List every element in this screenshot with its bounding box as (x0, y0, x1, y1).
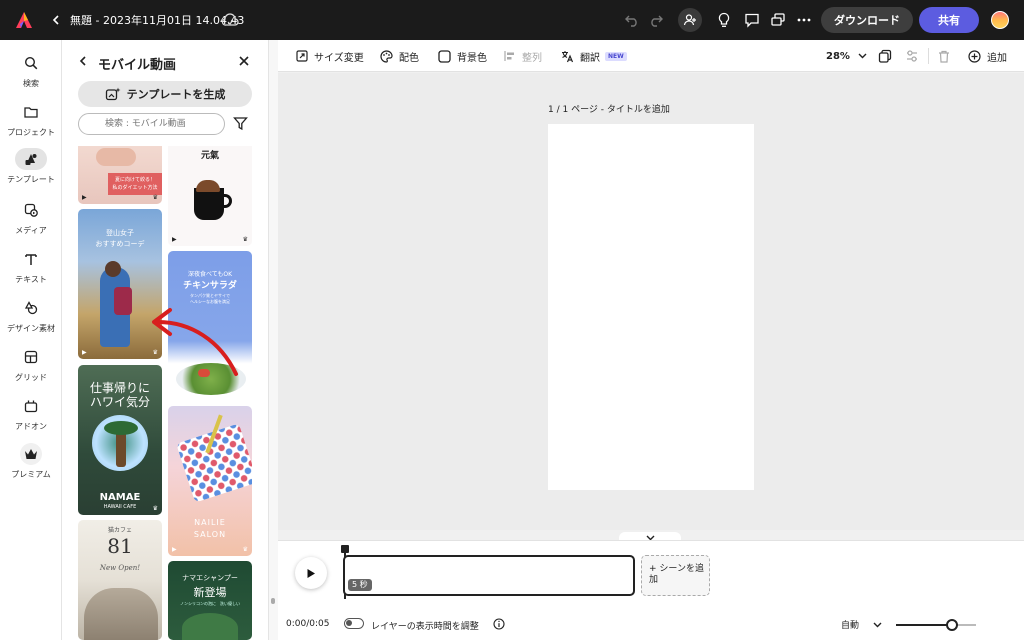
info-icon[interactable] (493, 618, 505, 630)
media-icon (15, 199, 47, 221)
premium-crown-icon: ♛ (242, 236, 248, 243)
filter-icon[interactable] (233, 116, 248, 131)
time-readout: 0:00/0:05 (286, 619, 330, 629)
undo-icon[interactable] (620, 8, 644, 32)
add-circle-icon (968, 49, 981, 63)
chevron-down-icon (858, 53, 867, 59)
add-scene-button[interactable]: + シーンを追 加 (641, 555, 710, 596)
addon-icon (15, 395, 47, 417)
template-thumb-shampoo[interactable]: ナマエシャンプー 新登場 ノンシリコンの泡に 洗い優しい (168, 561, 252, 640)
delete-button[interactable] (938, 40, 950, 72)
timeline: 5 秒 + シーンを追 加 0:00/0:05 レイヤーの表示時間を調整 自動 (278, 540, 1024, 640)
template-thumb-nail-salon[interactable]: NAILIE SALON ▶︎ ♛ (168, 406, 252, 556)
color-theme-button[interactable]: 配色 (380, 40, 419, 72)
rail-item-templates[interactable]: テンプレート (0, 148, 62, 194)
panel-title: モバイル動画 (98, 58, 177, 73)
layer-duration-toggle[interactable] (344, 618, 364, 629)
template-search-input[interactable] (78, 113, 225, 135)
new-badge: NEW (605, 51, 627, 61)
design-page[interactable] (548, 124, 754, 490)
back-arrow-icon[interactable] (44, 8, 68, 32)
more-icon[interactable] (792, 8, 816, 32)
panel-back-icon[interactable] (76, 54, 90, 68)
template-thumb-diet[interactable]: 夏に向けて絞る！ 私のダイエット方法 ▶︎ ♛ (78, 146, 162, 204)
close-icon[interactable] (238, 55, 252, 69)
rail-item-projects[interactable]: プロジェクト (0, 101, 62, 147)
scene-duration-badge: 5 秒 (348, 579, 372, 591)
align-icon (504, 50, 516, 62)
timeline-zoom-fill (896, 624, 952, 626)
resize-icon (296, 50, 308, 62)
zoom-select[interactable]: 28% (826, 40, 867, 72)
video-badge-icon: ▶︎ (82, 349, 87, 356)
cloud-sync-icon[interactable] (218, 8, 242, 32)
chevron-down-icon (873, 622, 882, 628)
rail-item-text[interactable]: テキスト (0, 248, 62, 294)
video-badge-icon: ▶︎ (172, 546, 177, 553)
template-thumb-cat-cafe[interactable]: 猫カフェ 81 New Open! (78, 520, 162, 640)
play-button[interactable] (295, 557, 327, 589)
sliders-icon (905, 49, 919, 63)
share-button[interactable]: 共有 (919, 7, 979, 33)
timeline-zoom-knob[interactable] (946, 619, 958, 631)
page-title-label[interactable]: 1 / 1 ページ - タイトルを追加 (548, 102, 670, 115)
play-icon (306, 568, 316, 579)
align-button[interactable]: 整列 (504, 40, 542, 72)
translate-button[interactable]: 翻訳 NEW (561, 40, 627, 72)
top-bar: 無題 - 2023年11月01日 14.04.43 ダウンロード 共有 (0, 0, 1024, 40)
premium-crown-icon: ♛ (242, 546, 248, 553)
redo-icon[interactable] (644, 8, 668, 32)
premium-icon (20, 443, 42, 465)
background-color-button[interactable]: 背景色 (438, 40, 487, 72)
lightbulb-icon[interactable] (712, 8, 736, 32)
trash-icon (938, 50, 950, 63)
pages-icon (878, 49, 892, 63)
rail-item-media[interactable]: メディア (0, 199, 62, 245)
background-swatch-icon (438, 49, 451, 63)
palette-icon (380, 49, 393, 63)
invite-user-icon[interactable] (678, 8, 702, 32)
rail-item-grid[interactable]: グリッド (0, 346, 62, 392)
shapes-icon (15, 297, 47, 319)
annotation-arrow (152, 308, 238, 376)
toolbar-divider (928, 48, 929, 64)
premium-crown-icon: ♛ (152, 505, 158, 512)
user-avatar[interactable] (988, 8, 1012, 32)
generate-template-button[interactable]: テンプレートを生成 (78, 81, 252, 107)
adjust-button[interactable] (905, 40, 919, 72)
layer-duration-label: レイヤーの表示時間を調整 (371, 622, 479, 632)
translate-icon (561, 50, 574, 63)
pages-button[interactable] (878, 40, 892, 72)
scene-clip[interactable]: 5 秒 (343, 555, 635, 596)
template-thumb-hawaii[interactable]: 仕事帰りに ハワイ気分 NAMAE HAWAII CAFE ♛ (78, 365, 162, 515)
search-icon (15, 52, 47, 74)
grid-icon (15, 346, 47, 368)
rail-item-search[interactable]: 検索 (0, 52, 62, 98)
rail-item-design-assets[interactable]: デザイン素材 (0, 297, 62, 343)
video-badge-icon: ▶︎ (172, 236, 177, 243)
video-badge-icon: ▶︎ (82, 194, 87, 201)
folder-icon (15, 101, 47, 123)
sparkle-image-icon (105, 87, 121, 101)
rail-item-addons[interactable]: アドオン (0, 395, 62, 441)
editor-toolbar: サイズ変更 配色 背景色 整列 翻訳 NEW 28% 追加 (278, 40, 1024, 72)
left-rail: 検索 プロジェクト テンプレート メディア テキスト デザイン素材 グリッド ア… (0, 40, 62, 640)
adobe-express-logo[interactable] (12, 8, 36, 32)
download-button[interactable]: ダウンロード (821, 7, 913, 33)
add-button[interactable]: 追加 (968, 40, 1007, 72)
rail-item-premium[interactable]: プレミアム (0, 443, 62, 489)
present-icon[interactable] (766, 8, 790, 32)
panel-resize-gutter[interactable] (268, 40, 278, 640)
template-thumb-cafe[interactable]: 元氣 ▶︎ ♛ (168, 146, 252, 246)
comment-icon[interactable] (740, 8, 764, 32)
resize-button[interactable]: サイズ変更 (296, 40, 364, 72)
timeline-zoom-slider[interactable] (896, 619, 976, 631)
premium-crown-icon: ♛ (152, 194, 158, 201)
text-icon (15, 248, 47, 270)
zoom-mode-select[interactable]: 自動 (841, 618, 882, 631)
templates-icon (15, 148, 47, 170)
